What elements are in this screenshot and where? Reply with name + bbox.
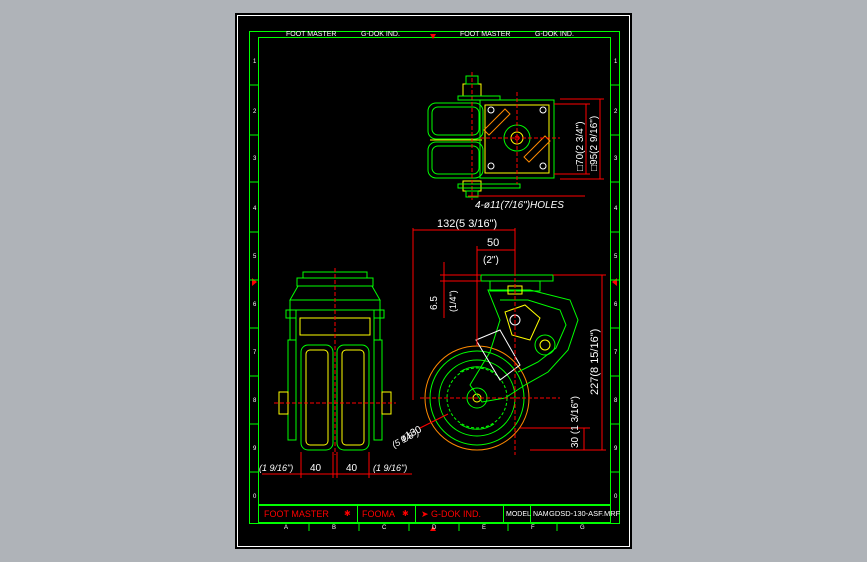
header-company-left: G-DOK IND. [361, 31, 400, 38]
dim-plate-inner: □70(2 3/4") [575, 121, 586, 171]
column-label: B [332, 525, 336, 531]
dim-wheel-width-right: 40 [346, 463, 358, 474]
dim-plate-outer: □95(2 9/16") [589, 116, 600, 171]
title-model-label: MODEL [506, 511, 531, 518]
title-short-brand: FOOMA [362, 509, 395, 519]
header-brand-right: FOOT MASTER [460, 31, 510, 38]
dim-axle-height: 30 (1 3/16") [570, 396, 581, 448]
column-label: F [531, 525, 535, 531]
column-label: C [382, 525, 387, 531]
dim-wheel-width-left: 40 [310, 463, 322, 474]
title-company: G-DOK IND. [431, 509, 481, 519]
title-brand-mark: ✱ [344, 509, 351, 518]
dim-swivel-offset-in: (2") [483, 255, 499, 266]
title-name-label: NAM [533, 511, 549, 518]
dim-plate-thickness-mm: 6.5 [429, 296, 440, 310]
dim-right-offset: (1 9/16") [373, 463, 407, 473]
title-model-code: GDSD-130-ASF.MRF [549, 509, 621, 518]
header-brand-left: FOOT MASTER [286, 31, 336, 38]
column-label: D [432, 525, 437, 531]
title-brand: FOOT MASTER [264, 509, 329, 519]
column-label: E [482, 525, 486, 531]
dim-swivel-offset-mm: 50 [487, 237, 499, 249]
column-label: A [284, 525, 288, 531]
column-label: G [580, 525, 585, 531]
sheet-background [235, 13, 632, 549]
dim-left-offset: (1 9/16") [259, 463, 293, 473]
dim-holes: 4-ø11(7/16")HOLES [475, 200, 564, 211]
dim-overall-height: 227(8 15/16") [589, 329, 601, 395]
title-company-mark: ➤ [421, 509, 429, 519]
header-company-right: G-DOK IND. [535, 31, 574, 38]
dim-plate-thickness-in: (1/4") [448, 290, 458, 312]
cad-drawing: FOOT MASTER G-DOK IND. FOOT MASTER G-DOK… [0, 0, 867, 562]
dim-overall-offset: 132(5 3/16") [437, 218, 497, 230]
title-short-mark: ✱ [402, 509, 409, 518]
